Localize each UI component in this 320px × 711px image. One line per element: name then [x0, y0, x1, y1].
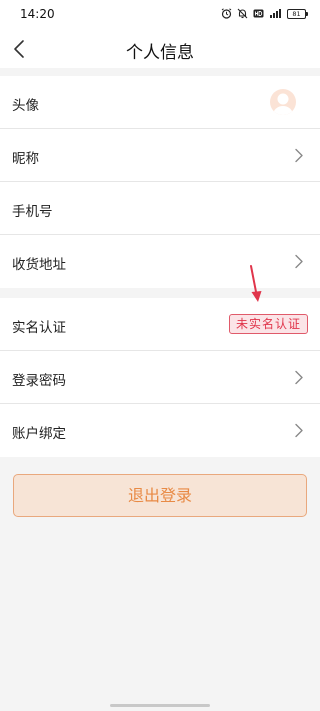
row-phone-label: 手机号: [12, 204, 53, 220]
mute-bell-icon: [237, 8, 248, 19]
row-real-name-verification-label: 实名认证: [12, 320, 66, 336]
row-nickname[interactable]: 昵称: [0, 129, 320, 182]
chevron-right-icon: [295, 148, 303, 163]
avatar[interactable]: [270, 89, 296, 115]
row-phone[interactable]: 手机号: [0, 182, 320, 235]
status-bar: 14:20 81: [0, 0, 320, 30]
unverified-badge[interactable]: 未实名认证: [228, 314, 308, 334]
chevron-right-icon: [295, 423, 303, 438]
profile-info-group: 头像 昵称 手机号 收货地址: [0, 76, 320, 288]
signal-icon: [270, 9, 281, 18]
annotation-arrow-icon: [250, 265, 262, 302]
account-security-group: 实名认证 未实名认证 登录密码 账户绑定: [0, 298, 320, 457]
row-real-name-verification[interactable]: 实名认证 未实名认证: [0, 298, 320, 351]
user-silhouette-icon: [273, 93, 293, 115]
chevron-right-icon: [295, 370, 303, 385]
header: 个人信息: [0, 30, 320, 68]
hd-icon: [253, 9, 264, 18]
row-avatar-label: 头像: [12, 98, 39, 114]
row-account-binding-label: 账户绑定: [12, 426, 66, 442]
row-shipping-address-label: 收货地址: [12, 257, 66, 273]
chevron-right-icon: [295, 254, 303, 269]
status-time: 14:20: [20, 7, 55, 21]
home-indicator: [110, 704, 210, 707]
row-avatar[interactable]: 头像: [0, 76, 320, 129]
row-shipping-address[interactable]: 收货地址: [0, 235, 320, 288]
battery-icon: 81: [287, 8, 308, 19]
logout-button[interactable]: 退出登录: [13, 474, 307, 517]
row-account-binding[interactable]: 账户绑定: [0, 404, 320, 457]
row-login-password-label: 登录密码: [12, 373, 66, 389]
row-nickname-label: 昵称: [12, 151, 39, 167]
status-icons: 81: [221, 8, 308, 19]
alarm-icon: [221, 8, 232, 19]
row-login-password[interactable]: 登录密码: [0, 351, 320, 404]
page-title: 个人信息: [126, 43, 194, 63]
